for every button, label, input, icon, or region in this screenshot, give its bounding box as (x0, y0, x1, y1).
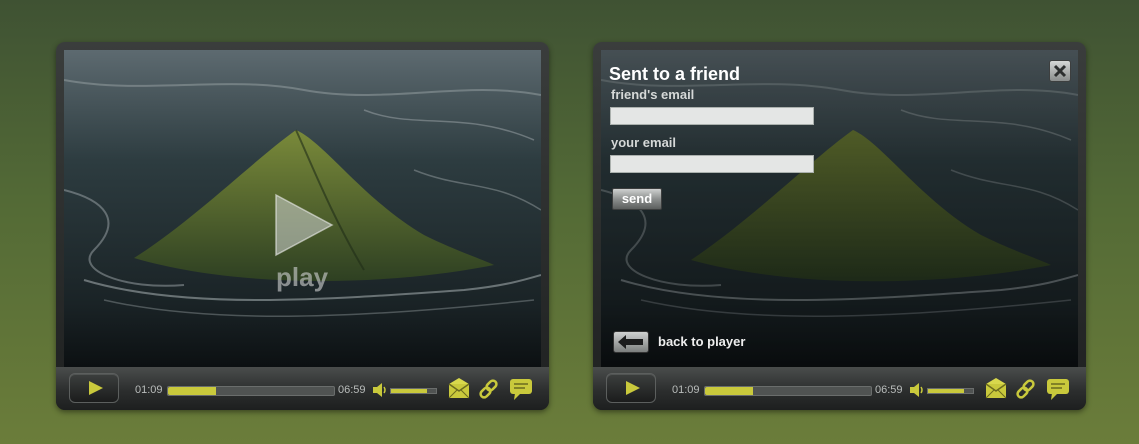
duration: 06:59 (338, 384, 366, 396)
seek-progress-fill (168, 387, 217, 395)
comment-icon[interactable] (509, 377, 533, 401)
video-player-share: Sent to a friend friend's email your ema… (593, 42, 1086, 410)
video-screen[interactable]: play (64, 50, 541, 367)
friend-email-field[interactable] (610, 107, 814, 125)
friend-email-label: friend's email (611, 87, 695, 102)
play-button[interactable] (69, 373, 119, 403)
your-email-field[interactable] (610, 155, 814, 173)
volume-icon[interactable] (910, 383, 926, 397)
seek-progress-fill (705, 387, 754, 395)
link-icon[interactable] (1014, 377, 1038, 401)
share-panel-title: Sent to a friend (609, 64, 741, 84)
back-button[interactable] (613, 331, 649, 353)
play-icon (89, 381, 103, 395)
volume-icon[interactable] (373, 383, 389, 397)
play-button[interactable] (606, 373, 656, 403)
your-email-label: your email (611, 135, 677, 150)
seek-bar[interactable] (167, 386, 335, 396)
close-icon (1053, 64, 1067, 78)
email-icon[interactable] (447, 377, 471, 401)
email-icon[interactable] (984, 377, 1008, 401)
close-button[interactable] (1049, 60, 1071, 82)
big-play-label[interactable]: play (276, 262, 328, 293)
volume-level-fill (391, 389, 427, 393)
video-screen: Sent to a friend friend's email your ema… (601, 50, 1078, 367)
play-icon (626, 381, 640, 395)
control-bar: 01:09 06:59 (56, 367, 549, 410)
comment-icon[interactable] (1046, 377, 1070, 401)
back-arrow-icon (618, 335, 643, 349)
send-button[interactable]: send (612, 188, 662, 210)
duration: 06:59 (875, 384, 903, 396)
current-time: 01:09 (672, 384, 700, 396)
big-play-icon[interactable] (274, 193, 334, 257)
seek-bar[interactable] (704, 386, 872, 396)
volume-slider[interactable] (390, 388, 437, 394)
volume-slider[interactable] (927, 388, 974, 394)
share-panel: Sent to a friend friend's email your ema… (601, 50, 1078, 367)
current-time: 01:09 (135, 384, 163, 396)
back-to-player-link[interactable]: back to player (658, 334, 745, 349)
video-player-main: play 01:09 06:59 (56, 42, 549, 410)
link-icon[interactable] (477, 377, 501, 401)
volume-level-fill (928, 389, 964, 393)
control-bar: 01:09 06:59 (593, 367, 1086, 410)
